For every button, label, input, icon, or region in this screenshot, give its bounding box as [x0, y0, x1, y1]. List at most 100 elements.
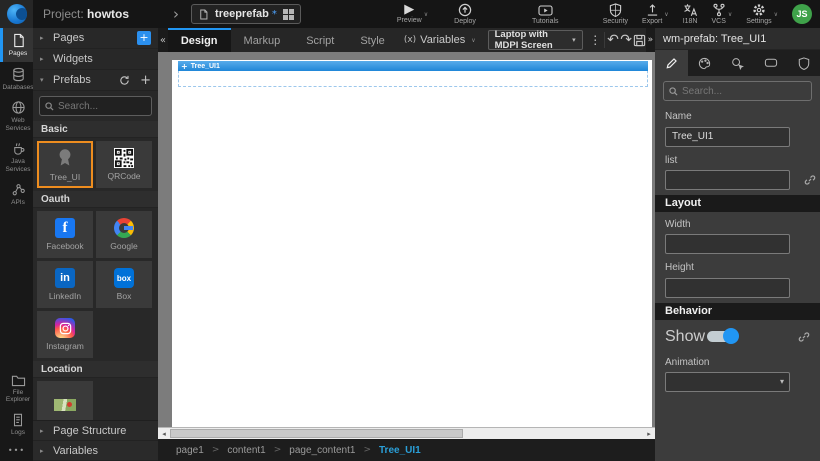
settings-chevron-icon[interactable]: ∨ [774, 11, 778, 18]
show-toggle[interactable] [707, 331, 737, 342]
tab-security[interactable] [787, 50, 820, 76]
bind-list-button[interactable] [804, 174, 816, 186]
security-shield-icon [609, 3, 622, 17]
project-name: howtos [87, 7, 129, 21]
pages-grid-icon[interactable] [283, 9, 294, 20]
instagram-icon [55, 318, 75, 338]
rail-item-java-services[interactable]: Java Services [0, 136, 33, 177]
selected-widget-label: Tree_UI1 [191, 63, 220, 70]
prefab-tile-linkedin[interactable]: in LinkedIn [37, 261, 93, 308]
section-widgets[interactable]: ▸ Widgets [33, 49, 158, 70]
collapse-left-panel-button[interactable]: « [158, 28, 168, 52]
settings-group: Settings ∨ [746, 3, 778, 25]
vcs-branch-icon [712, 3, 726, 17]
top-bar: Project: howtos › treeprefab * ▶ Preview… [0, 0, 820, 28]
user-avatar[interactable]: JS [792, 4, 812, 24]
design-canvas[interactable]: + Tree_UI1 [172, 60, 652, 427]
prefab-tile-qrcode[interactable]: QRCode [96, 141, 152, 188]
prefab-tile-instagram[interactable]: Instagram [37, 311, 93, 358]
group-location: Location [33, 361, 158, 378]
rail-item-logs[interactable]: Logs [0, 408, 33, 441]
breadcrumb-page-content1[interactable]: page_content1 [289, 445, 355, 456]
rail-more-button[interactable]: ••• [0, 440, 33, 461]
name-input[interactable] [665, 127, 790, 147]
properties-search-input[interactable] [682, 86, 806, 97]
group-basic: Basic [33, 121, 158, 138]
vcs-chevron-icon[interactable]: ∨ [728, 11, 732, 18]
list-input[interactable] [665, 170, 790, 190]
export-button[interactable]: Export [642, 3, 662, 25]
scroll-left-icon[interactable]: ◂ [158, 430, 170, 438]
move-icon: + [181, 62, 188, 71]
prefab-search-input[interactable] [58, 101, 146, 112]
breadcrumb-tree-ui1[interactable]: Tree_UI1 [379, 445, 421, 456]
redo-button[interactable]: ↷ [620, 28, 633, 52]
add-page-button[interactable]: + [137, 31, 151, 45]
canvas-horizontal-scrollbar[interactable]: ◂ ▸ [158, 427, 655, 439]
tab-markup[interactable]: Markup [231, 28, 294, 52]
scrollbar-track[interactable] [170, 428, 643, 439]
tab-design[interactable]: Design [168, 28, 231, 52]
breadcrumb: page1 > content1 > page_content1 > Tree_… [158, 439, 655, 461]
scroll-right-icon[interactable]: ▸ [643, 430, 655, 438]
height-input[interactable] [665, 278, 790, 298]
tab-events[interactable] [721, 50, 754, 76]
animation-select[interactable]: ▾ [665, 372, 790, 392]
prefab-tile-tree-ui[interactable]: Tree_UI [37, 141, 93, 188]
variables-arrow-icon: ▸ [40, 447, 47, 455]
rail-item-apis[interactable]: APIs [0, 177, 33, 211]
section-prefabs[interactable]: ▾ Prefabs + [33, 70, 158, 91]
undo-button[interactable]: ↶ [606, 28, 619, 52]
prefab-tile-location[interactable] [37, 381, 93, 420]
tutorials-button[interactable]: Tutorials [532, 4, 559, 25]
left-panel-bottom: ▸ Page Structure ▸ Variables [33, 420, 158, 461]
section-page-structure[interactable]: ▸ Page Structure [33, 421, 158, 441]
more-options-button[interactable]: ⋮ [589, 28, 602, 52]
section-pages[interactable]: ▸ Pages + [33, 28, 158, 49]
variables-menu-button[interactable]: (x) Variables ∨ [398, 28, 482, 52]
bind-show-button[interactable] [798, 331, 810, 343]
prefab-tile-box[interactable]: box Box [96, 261, 152, 308]
breadcrumb-page1[interactable]: page1 [176, 445, 204, 456]
save-button[interactable] [633, 28, 646, 52]
tab-messages[interactable] [754, 50, 787, 76]
page-selector[interactable]: treeprefab * [191, 4, 301, 24]
vcs-group: VCS ∨ [711, 3, 732, 25]
device-selector[interactable]: Laptop with MDPI Screen ▾ [488, 30, 583, 50]
rail-item-file-explorer[interactable]: File Explorer [0, 369, 33, 408]
prefab-tile-google[interactable]: Google [96, 211, 152, 258]
refresh-prefabs-button[interactable] [119, 75, 130, 86]
databases-icon [11, 67, 26, 82]
prefab-tile-facebook[interactable]: f Facebook [37, 211, 93, 258]
deploy-upload-icon [458, 3, 472, 17]
app-logo[interactable] [0, 0, 33, 28]
width-input[interactable] [665, 234, 790, 254]
prefab-container-outline[interactable]: + Tree_UI1 [178, 61, 648, 87]
selected-widget-bar[interactable]: + Tree_UI1 [178, 61, 648, 71]
add-prefab-button[interactable]: + [140, 73, 151, 88]
rail-item-web-services[interactable]: Web Services [0, 95, 33, 136]
rail-item-pages[interactable]: Pages [0, 28, 33, 62]
tab-styles[interactable] [688, 50, 721, 76]
i18n-button[interactable]: I18N [683, 3, 698, 25]
scrollbar-thumb[interactable] [170, 429, 463, 438]
section-variables[interactable]: ▸ Variables [33, 441, 158, 461]
tab-properties[interactable] [655, 50, 688, 76]
tab-script[interactable]: Script [293, 28, 347, 52]
properties-search-box[interactable] [663, 81, 812, 101]
rail-item-databases[interactable]: Databases [0, 62, 33, 96]
preview-chevron-icon[interactable]: ∨ [424, 11, 428, 18]
field-height: Height [655, 259, 820, 303]
java-services-cup-icon [11, 141, 26, 156]
tab-style[interactable]: Style [347, 28, 397, 52]
preview-button[interactable]: ▶ Preview [397, 4, 422, 24]
expand-right-panel-button[interactable]: » [646, 28, 655, 52]
prefab-search-box[interactable] [39, 96, 152, 116]
breadcrumb-content1[interactable]: content1 [227, 445, 265, 456]
security-button[interactable]: Security [603, 3, 628, 25]
export-chevron-icon[interactable]: ∨ [664, 11, 668, 18]
settings-button[interactable]: Settings [746, 3, 771, 25]
vcs-button[interactable]: VCS [711, 3, 725, 25]
deploy-button[interactable]: Deploy [454, 3, 476, 25]
link-icon [804, 174, 816, 186]
